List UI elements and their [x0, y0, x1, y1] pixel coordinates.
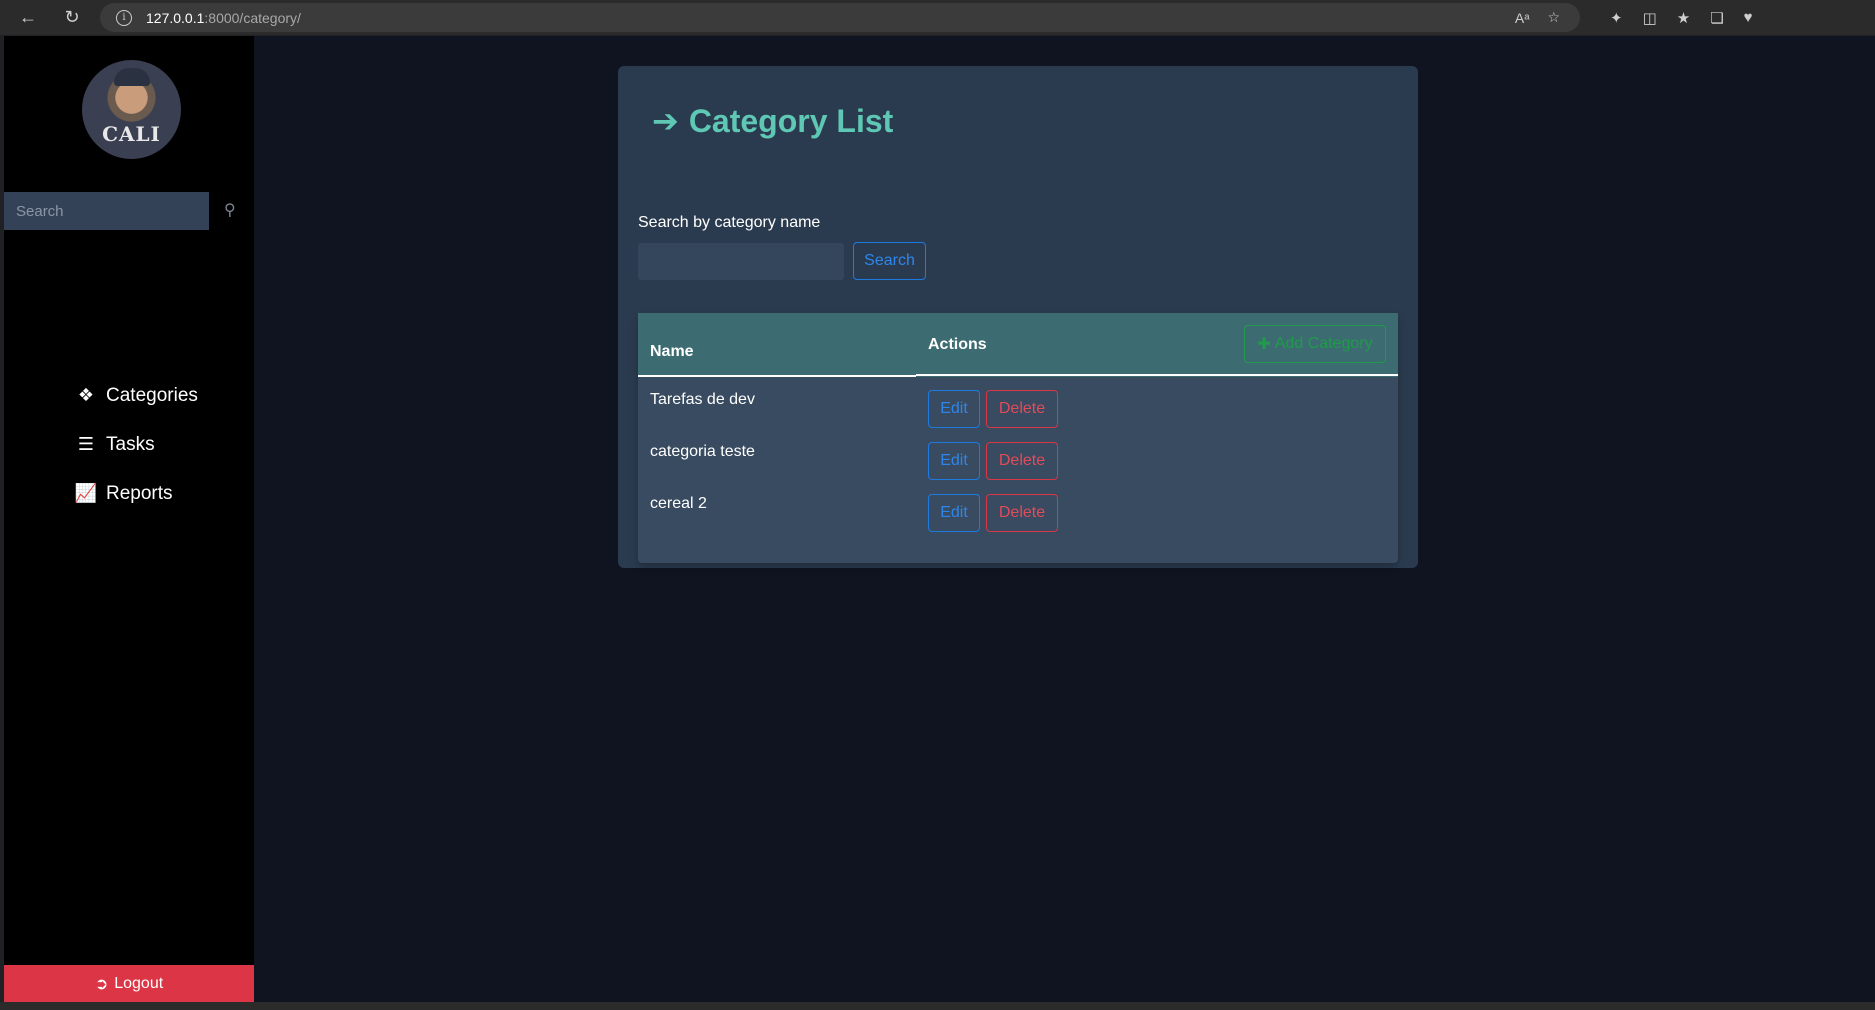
- list-check-icon: ☰: [77, 434, 95, 454]
- avatar-cap: [114, 68, 150, 86]
- category-table: Name Actions ✚ Add Category Tarefas de d…: [638, 313, 1398, 563]
- delete-button[interactable]: Delete: [986, 442, 1058, 480]
- address-bar[interactable]: i 127.0.0.1:8000/category/ Aᵃ ☆: [100, 3, 1580, 32]
- app-window: CALI ⚲ ❖ Categories ☰ Tasks 📈 Reports ➲ …: [4, 36, 1875, 1002]
- collections-icon[interactable]: ❏: [1710, 9, 1723, 27]
- favorites-icon[interactable]: ★: [1677, 9, 1690, 27]
- page-title-text: Category List: [688, 102, 894, 139]
- extensions-icon[interactable]: ✦: [1610, 9, 1623, 27]
- edit-button[interactable]: Edit: [928, 442, 980, 480]
- url-path: :8000/category/: [204, 9, 301, 26]
- category-search-input[interactable]: [638, 243, 844, 280]
- edit-button[interactable]: Edit: [928, 494, 980, 532]
- search-icon[interactable]: ⚲: [224, 200, 236, 220]
- delete-button[interactable]: Delete: [986, 390, 1058, 428]
- plus-icon: ✚: [1257, 336, 1271, 353]
- read-aloud-icon[interactable]: Aᵃ: [1515, 10, 1530, 26]
- sign-out-icon: ➲: [94, 975, 109, 993]
- tags-icon: ❖: [77, 385, 95, 405]
- edit-button[interactable]: Edit: [928, 390, 980, 428]
- reload-icon[interactable]: ↻: [54, 0, 90, 35]
- add-category-button[interactable]: ✚ Add Category: [1244, 325, 1386, 363]
- sidebar-item-tasks[interactable]: ☰ Tasks: [74, 420, 198, 469]
- sidebar-item-reports[interactable]: 📈 Reports: [74, 469, 198, 518]
- column-header-name: Name: [650, 343, 694, 360]
- sidebar-item-label: Reports: [106, 482, 173, 504]
- sidebar-nav: ❖ Categories ☰ Tasks 📈 Reports: [74, 371, 198, 518]
- sidebar-item-label: Tasks: [106, 433, 155, 455]
- category-name: categoria teste: [650, 443, 755, 460]
- sidebar: CALI ⚲ ❖ Categories ☰ Tasks 📈 Reports ➲ …: [4, 36, 254, 1002]
- category-panel: ➔ Category List Search by category name …: [618, 66, 1418, 568]
- table-row: cereal 2 Edit Delete: [638, 481, 1398, 543]
- page-title: ➔ Category List: [652, 102, 893, 140]
- header-divider: [916, 374, 1398, 376]
- search-label: Search by category name: [638, 214, 821, 231]
- arrow-right-icon: ➔: [652, 103, 679, 139]
- site-info-icon[interactable]: i: [116, 9, 132, 26]
- health-icon[interactable]: ♥: [1744, 9, 1753, 26]
- logout-button[interactable]: ➲ Logout: [4, 965, 254, 1002]
- url-host: 127.0.0.1: [146, 9, 205, 26]
- sidebar-item-categories[interactable]: ❖ Categories: [74, 371, 198, 420]
- column-header-actions: Actions: [928, 336, 987, 353]
- add-category-label: Add Category: [1274, 335, 1373, 352]
- avatar: CALI: [82, 60, 181, 159]
- delete-button[interactable]: Delete: [986, 494, 1058, 532]
- category-name: Tarefas de dev: [650, 391, 755, 408]
- chart-line-icon: 📈: [74, 483, 98, 503]
- window-bottom-edge: [0, 1002, 1875, 1010]
- avatar-shirt-text: CALI: [102, 122, 161, 146]
- logout-label: Logout: [114, 974, 164, 992]
- split-screen-icon[interactable]: ◫: [1643, 9, 1657, 27]
- table-header: Name Actions ✚ Add Category: [638, 313, 1398, 377]
- favorite-star-icon[interactable]: ☆: [1547, 9, 1560, 26]
- sidebar-item-label: Categories: [106, 384, 198, 406]
- sidebar-search-input[interactable]: [4, 192, 209, 230]
- search-button[interactable]: Search: [853, 242, 926, 280]
- browser-toolbar: ← ↻ i 127.0.0.1:8000/category/ Aᵃ ☆ ✦ ◫ …: [0, 0, 1875, 35]
- category-name: cereal 2: [650, 495, 707, 512]
- back-icon[interactable]: ←: [10, 0, 46, 35]
